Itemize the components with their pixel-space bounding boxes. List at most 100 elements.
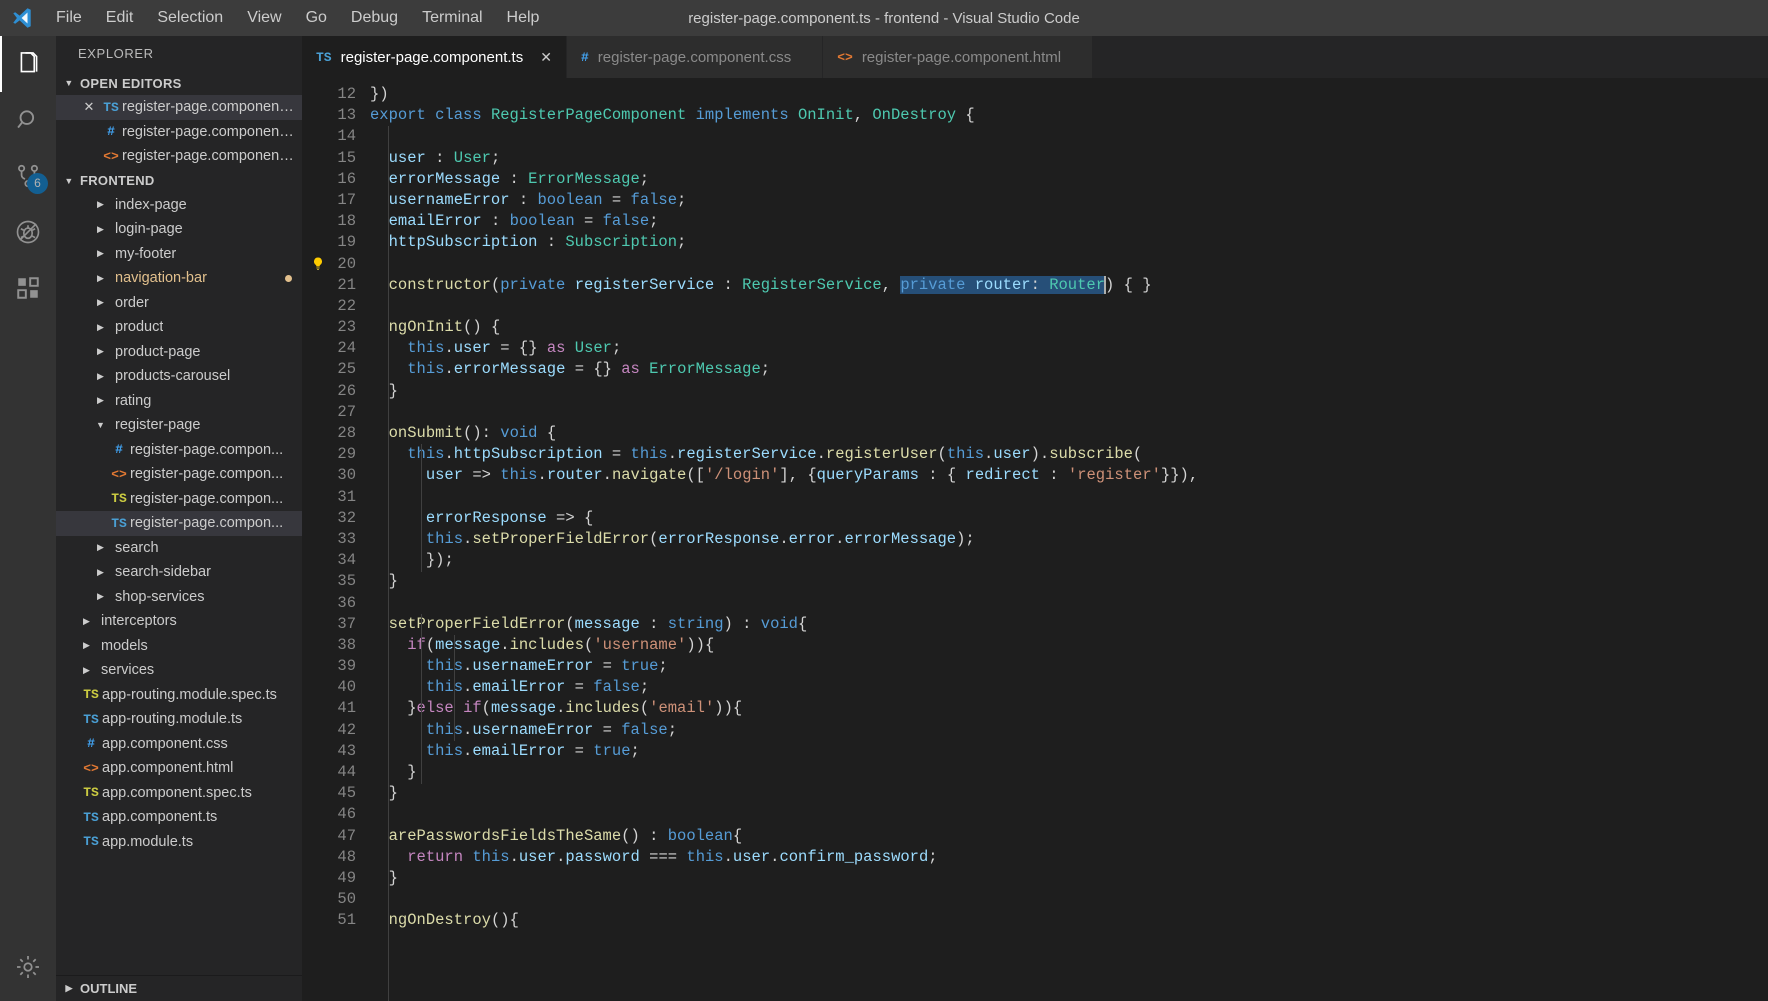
- line-number: 48: [337, 847, 356, 866]
- tree-folder-my-footer[interactable]: ▶ my-footer: [56, 242, 302, 267]
- chevron-right-icon: ▶: [83, 664, 90, 675]
- activitybar-extensions[interactable]: [0, 260, 56, 316]
- text-selection[interactable]: private router: Router: [900, 275, 1105, 294]
- tree-file-app.module.ts[interactable]: TS app.module.ts: [56, 830, 302, 855]
- menu-view[interactable]: View: [235, 5, 293, 31]
- code-line[interactable]: }: [370, 381, 1768, 402]
- tree-folder-register-page[interactable]: ▼ register-page: [56, 413, 302, 438]
- activitybar-explorer[interactable]: [0, 36, 56, 92]
- menu-selection[interactable]: Selection: [145, 5, 235, 31]
- menu-debug[interactable]: Debug: [339, 5, 410, 31]
- activitybar-search[interactable]: [0, 92, 56, 148]
- tree-file-app.component.css[interactable]: # app.component.css: [56, 732, 302, 757]
- code-line[interactable]: }: [370, 783, 1768, 804]
- code-line[interactable]: this.setProperFieldError(errorResponse.e…: [370, 529, 1768, 550]
- tree-folder-products-carousel[interactable]: ▶ products-carousel: [56, 364, 302, 389]
- code-line[interactable]: user : User;: [370, 148, 1768, 169]
- code-line[interactable]: ngOnDestroy(){: [370, 910, 1768, 931]
- tree-folder-product-page[interactable]: ▶ product-page: [56, 340, 302, 365]
- code-line[interactable]: usernameError : boolean = false;: [370, 190, 1768, 211]
- activitybar-source-control[interactable]: 6: [0, 148, 56, 204]
- code-line[interactable]: this.httpSubscription = this.registerSer…: [370, 444, 1768, 465]
- menu-terminal[interactable]: Terminal: [410, 5, 494, 31]
- quick-fix-lightbulb-icon[interactable]: [310, 256, 326, 272]
- tab-register-page-component-css[interactable]: # register-page.component.css: [566, 36, 824, 78]
- close-icon[interactable]: ✕: [540, 49, 552, 66]
- editor-tabs: TS register-page.component.ts ✕ # regist…: [302, 36, 1768, 78]
- tree-file-register-page.compon...[interactable]: <> register-page.compon...: [56, 462, 302, 487]
- menu-help[interactable]: Help: [495, 5, 552, 31]
- code-line[interactable]: if(message.includes('username')){: [370, 635, 1768, 656]
- code-line[interactable]: [370, 296, 1768, 317]
- code-line[interactable]: this.errorMessage = {} as ErrorMessage;: [370, 359, 1768, 380]
- tree-file-register-page.compon...[interactable]: TS register-page.compon...: [56, 487, 302, 512]
- code-line[interactable]: }else if(message.includes('email')){: [370, 698, 1768, 719]
- tree-file-app.component.html[interactable]: <> app.component.html: [56, 756, 302, 781]
- section-frontend[interactable]: ▼ FRONTEND: [56, 169, 302, 193]
- close-icon[interactable]: ✕: [78, 99, 100, 115]
- tree-file-app.component.spec.ts[interactable]: TS app.component.spec.ts: [56, 781, 302, 806]
- code-line[interactable]: this.usernameError = true;: [370, 656, 1768, 677]
- code-line[interactable]: this.user = {} as User;: [370, 338, 1768, 359]
- tree-file-register-page.compon...[interactable]: # register-page.compon...: [56, 438, 302, 463]
- code-line[interactable]: [370, 254, 1768, 275]
- code-line[interactable]: [370, 593, 1768, 614]
- tree-folder-interceptors[interactable]: ▶ interceptors: [56, 609, 302, 634]
- activitybar-settings[interactable]: [0, 939, 56, 995]
- open-editor-item-ts[interactable]: ✕ TS register-page.component.t...: [56, 95, 302, 120]
- code-line[interactable]: this.emailError = false;: [370, 677, 1768, 698]
- tab-register-page-component-html[interactable]: <> register-page.component.html: [823, 36, 1094, 78]
- code-line[interactable]: return this.user.password === this.user.…: [370, 847, 1768, 868]
- menu-edit[interactable]: Edit: [94, 5, 146, 31]
- open-editor-item-html[interactable]: <> register-page.component.h...: [56, 144, 302, 169]
- activitybar-debug[interactable]: [0, 204, 56, 260]
- code-line[interactable]: emailError : boolean = false;: [370, 211, 1768, 232]
- tree-folder-services[interactable]: ▶ services: [56, 658, 302, 683]
- code-line[interactable]: arePasswordsFieldsTheSame() : boolean{: [370, 826, 1768, 847]
- tree-folder-login-page[interactable]: ▶ login-page: [56, 217, 302, 242]
- tree-folder-search-sidebar[interactable]: ▶ search-sidebar: [56, 560, 302, 585]
- code-line[interactable]: }: [370, 571, 1768, 592]
- code-line[interactable]: export class RegisterPageComponent imple…: [370, 105, 1768, 126]
- tree-folder-order[interactable]: ▶ order: [56, 291, 302, 316]
- tree-folder-navigation-bar[interactable]: ▶ navigation-bar: [56, 266, 302, 291]
- code-line[interactable]: user => this.router.navigate(['/login'],…: [370, 465, 1768, 486]
- section-open-editors[interactable]: ▼ OPEN EDITORS: [56, 71, 302, 95]
- tree-folder-index-page[interactable]: ▶ index-page: [56, 193, 302, 218]
- code-line[interactable]: [370, 487, 1768, 508]
- open-editor-item-css[interactable]: # register-page.component.c...: [56, 120, 302, 145]
- code-line[interactable]: errorResponse => {: [370, 508, 1768, 529]
- code-line[interactable]: }): [370, 84, 1768, 105]
- menu-bar[interactable]: File Edit Selection View Go Debug Termin…: [44, 5, 551, 31]
- section-outline[interactable]: ▶ OUTLINE: [56, 975, 302, 1001]
- tree-folder-rating[interactable]: ▶ rating: [56, 389, 302, 414]
- code-line[interactable]: ngOnInit() {: [370, 317, 1768, 338]
- tree-folder-search[interactable]: ▶ search: [56, 536, 302, 561]
- code-line[interactable]: errorMessage : ErrorMessage;: [370, 169, 1768, 190]
- code-line[interactable]: [370, 402, 1768, 423]
- tree-folder-product[interactable]: ▶ product: [56, 315, 302, 340]
- code-line[interactable]: this.usernameError = false;: [370, 720, 1768, 741]
- code-line[interactable]: httpSubscription : Subscription;: [370, 232, 1768, 253]
- tab-register-page-component-ts[interactable]: TS register-page.component.ts ✕: [302, 36, 567, 78]
- code-line[interactable]: [370, 889, 1768, 910]
- tree-folder-shop-services[interactable]: ▶ shop-services: [56, 585, 302, 610]
- code-line[interactable]: this.emailError = true;: [370, 741, 1768, 762]
- tree-file-app-routing.module.ts[interactable]: TS app-routing.module.ts: [56, 707, 302, 732]
- code-line[interactable]: }: [370, 762, 1768, 783]
- tree-file-app.component.ts[interactable]: TS app.component.ts: [56, 805, 302, 830]
- menu-file[interactable]: File: [44, 5, 94, 31]
- code-editor[interactable]: 12 13 14 15 16 17 18 19 20 21 22 23 24 25 26 27 28 29 30 31…: [302, 78, 1768, 1001]
- code-line[interactable]: [370, 804, 1768, 825]
- code-line[interactable]: }: [370, 868, 1768, 889]
- tree-file-register-page.compon...[interactable]: TS register-page.compon...: [56, 511, 302, 536]
- tree-folder-models[interactable]: ▶ models: [56, 634, 302, 659]
- code-line[interactable]: });: [370, 550, 1768, 571]
- menu-go[interactable]: Go: [294, 5, 339, 31]
- code-line[interactable]: constructor(private registerService : Re…: [370, 275, 1768, 296]
- code-line[interactable]: setProperFieldError(message : string) : …: [370, 614, 1768, 635]
- code-content[interactable]: }) export class RegisterPageComponent imp…: [370, 78, 1768, 1001]
- code-line[interactable]: [370, 126, 1768, 147]
- code-line[interactable]: onSubmit(): void {: [370, 423, 1768, 444]
- tree-file-app-routing.module.spec.ts[interactable]: TS app-routing.module.spec.ts: [56, 683, 302, 708]
